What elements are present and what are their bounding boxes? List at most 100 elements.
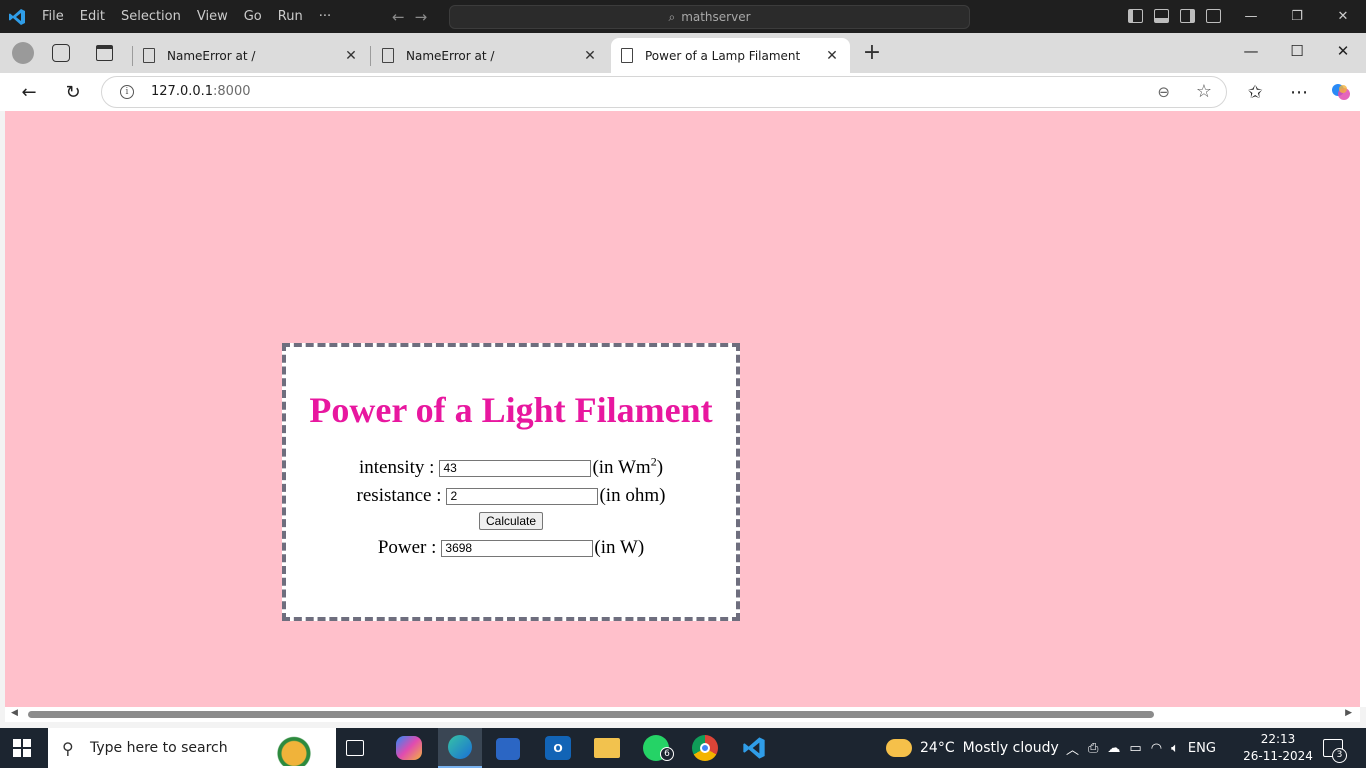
url-text: 127.0.0.1:8000	[151, 84, 251, 99]
power-output[interactable]	[441, 539, 594, 557]
onedrive-cloud-icon[interactable]: ☁	[1107, 741, 1120, 756]
chrome-center-icon	[700, 743, 710, 753]
close-tab-icon[interactable]: ✕	[343, 48, 359, 64]
tab-power-lamp-filament[interactable]: Power of a Lamp Filament ✕	[611, 38, 850, 73]
whatsapp-unread-badge: 6	[660, 747, 674, 761]
page-icon	[621, 48, 633, 63]
taskbar-clock[interactable]: 22:13 26-11-2024	[1240, 731, 1316, 765]
chrome-taskbar-icon[interactable]	[692, 735, 718, 761]
intensity-input[interactable]	[439, 459, 592, 477]
zoom-out-icon[interactable]: ⊖	[1157, 83, 1170, 101]
menu-run[interactable]: Run	[270, 9, 311, 24]
language-indicator[interactable]: ENG	[1188, 741, 1216, 756]
customize-layout-icon[interactable]	[1206, 9, 1221, 23]
intensity-label: intensity :	[358, 457, 435, 478]
browser-toolbar: ← ↻ i 127.0.0.1:8000 ⊖ ☆ ✩ ⋯	[0, 73, 1366, 111]
copilot-taskbar-icon[interactable]	[396, 736, 422, 760]
menu-go[interactable]: Go	[236, 9, 270, 24]
scroll-left-arrow-icon[interactable]: ◀	[11, 708, 18, 718]
taskbar-search-box[interactable]: ⚲ Type here to search	[48, 728, 336, 768]
minimize-icon[interactable]: —	[1228, 33, 1274, 69]
tab-nameerror-2[interactable]: NameError at / ✕	[372, 38, 608, 73]
page-icon	[143, 48, 155, 63]
browser-tab-strip: NameError at / ✕ NameError at / ✕ Power …	[0, 33, 1366, 73]
start-windows-icon[interactable]	[13, 739, 31, 757]
vertical-tabs-icon[interactable]	[96, 45, 113, 61]
show-hidden-icons-chevron-icon[interactable]: ︿	[1066, 739, 1079, 758]
site-info-icon[interactable]: i	[120, 85, 134, 99]
outlook-taskbar-icon[interactable]: O	[545, 736, 571, 760]
meet-now-icon[interactable]: ⎙	[1088, 741, 1098, 756]
close-tab-icon[interactable]: ✕	[582, 48, 598, 64]
favorites-icon[interactable]: ✩	[1242, 79, 1268, 105]
toggle-panel-icon[interactable]	[1154, 9, 1169, 23]
intensity-row: intensity : (in Wm2)	[286, 456, 736, 478]
refresh-icon[interactable]: ↻	[60, 79, 86, 105]
weather-temperature: 24°C	[920, 740, 955, 756]
volume-icon[interactable]: 🔈︎	[1171, 741, 1179, 756]
vscode-logo-icon	[743, 737, 765, 759]
edge-taskbar-icon[interactable]	[438, 728, 482, 768]
vscode-taskbar-icon[interactable]	[740, 734, 768, 762]
toggle-primary-sidebar-icon[interactable]	[1128, 9, 1143, 23]
form: intensity : (in Wm2) resistance : (in oh…	[286, 456, 736, 558]
copilot-icon[interactable]	[1328, 79, 1354, 105]
intensity-unit: (in Wm2)	[592, 456, 664, 478]
menu-selection[interactable]: Selection	[113, 9, 189, 24]
back-arrow-icon[interactable]: ←	[392, 8, 405, 26]
maximize-icon[interactable]: ☐	[1274, 33, 1320, 69]
menu-file[interactable]: File	[34, 9, 72, 24]
task-view-icon[interactable]	[346, 740, 364, 756]
new-tab-icon[interactable]: +	[860, 42, 884, 64]
horizontal-scrollbar[interactable]: ◀ ▶	[5, 707, 1360, 722]
notification-count-badge: 3	[1332, 748, 1347, 763]
vscode-menu-bar: File Edit Selection View Go Run ···	[34, 0, 339, 33]
menu-more[interactable]: ···	[311, 9, 339, 24]
resistance-row: resistance : (in ohm)	[286, 486, 736, 506]
close-icon[interactable]: ✕	[1320, 33, 1366, 69]
menu-view[interactable]: View	[189, 9, 236, 24]
calculate-row: Calculate	[286, 512, 736, 530]
vscode-window-controls: — ❐ ✕	[1228, 0, 1366, 33]
page-title: Power of a Light Filament	[309, 390, 713, 430]
clock-date: 26-11-2024	[1243, 749, 1313, 763]
tab-title: Power of a Lamp Filament	[645, 48, 801, 63]
profile-avatar-icon[interactable]	[12, 42, 34, 64]
power-row: Power : (in W)	[286, 538, 736, 558]
power-label: Power :	[377, 537, 437, 558]
weather-widget[interactable]: 24°C Mostly cloudy	[886, 728, 1059, 768]
resistance-input[interactable]	[446, 487, 599, 505]
workspaces-icon[interactable]	[52, 44, 70, 62]
intensity-unit-suffix: )	[656, 457, 664, 478]
windows-taskbar: ⚲ Type here to search O 24°C Mostly clou…	[0, 728, 1366, 768]
vertical-scrollbar[interactable]	[1360, 111, 1366, 707]
intensity-unit-prefix: (in Wm	[592, 457, 651, 478]
store-taskbar-icon[interactable]	[496, 738, 520, 760]
wifi-icon[interactable]: ◠	[1151, 741, 1162, 756]
vscode-logo-icon	[9, 9, 25, 25]
address-bar[interactable]: i 127.0.0.1:8000 ⊖ ☆	[101, 76, 1227, 108]
menu-edit[interactable]: Edit	[72, 9, 113, 24]
command-center[interactable]: ⌕ mathserver	[449, 5, 970, 29]
calculate-button[interactable]: Calculate	[478, 512, 544, 530]
minimize-icon[interactable]: —	[1228, 0, 1274, 33]
close-icon[interactable]: ✕	[1320, 0, 1366, 33]
close-tab-icon[interactable]: ✕	[824, 48, 840, 64]
scroll-right-arrow-icon[interactable]: ▶	[1345, 708, 1352, 718]
vscode-history-nav: ← →	[392, 8, 427, 26]
battery-icon[interactable]: ▭	[1129, 741, 1141, 756]
file-explorer-taskbar-icon[interactable]	[594, 738, 620, 758]
forward-arrow-icon[interactable]: →	[415, 8, 428, 26]
tab-nameerror-1[interactable]: NameError at / ✕	[133, 38, 369, 73]
calculator-card: Power of a Light Filament intensity : (i…	[282, 343, 740, 621]
back-arrow-icon[interactable]: ←	[16, 79, 42, 105]
toggle-secondary-sidebar-icon[interactable]	[1180, 9, 1195, 23]
restore-icon[interactable]: ❐	[1274, 0, 1320, 33]
scrollbar-thumb[interactable]	[28, 711, 1154, 718]
more-options-icon[interactable]: ⋯	[1286, 79, 1312, 105]
weather-cloud-icon	[886, 739, 912, 757]
favorite-star-icon[interactable]: ☆	[1196, 81, 1212, 102]
search-icon: ⌕	[668, 9, 676, 24]
search-icon: ⚲	[62, 738, 74, 758]
weather-condition: Mostly cloudy	[962, 740, 1059, 756]
